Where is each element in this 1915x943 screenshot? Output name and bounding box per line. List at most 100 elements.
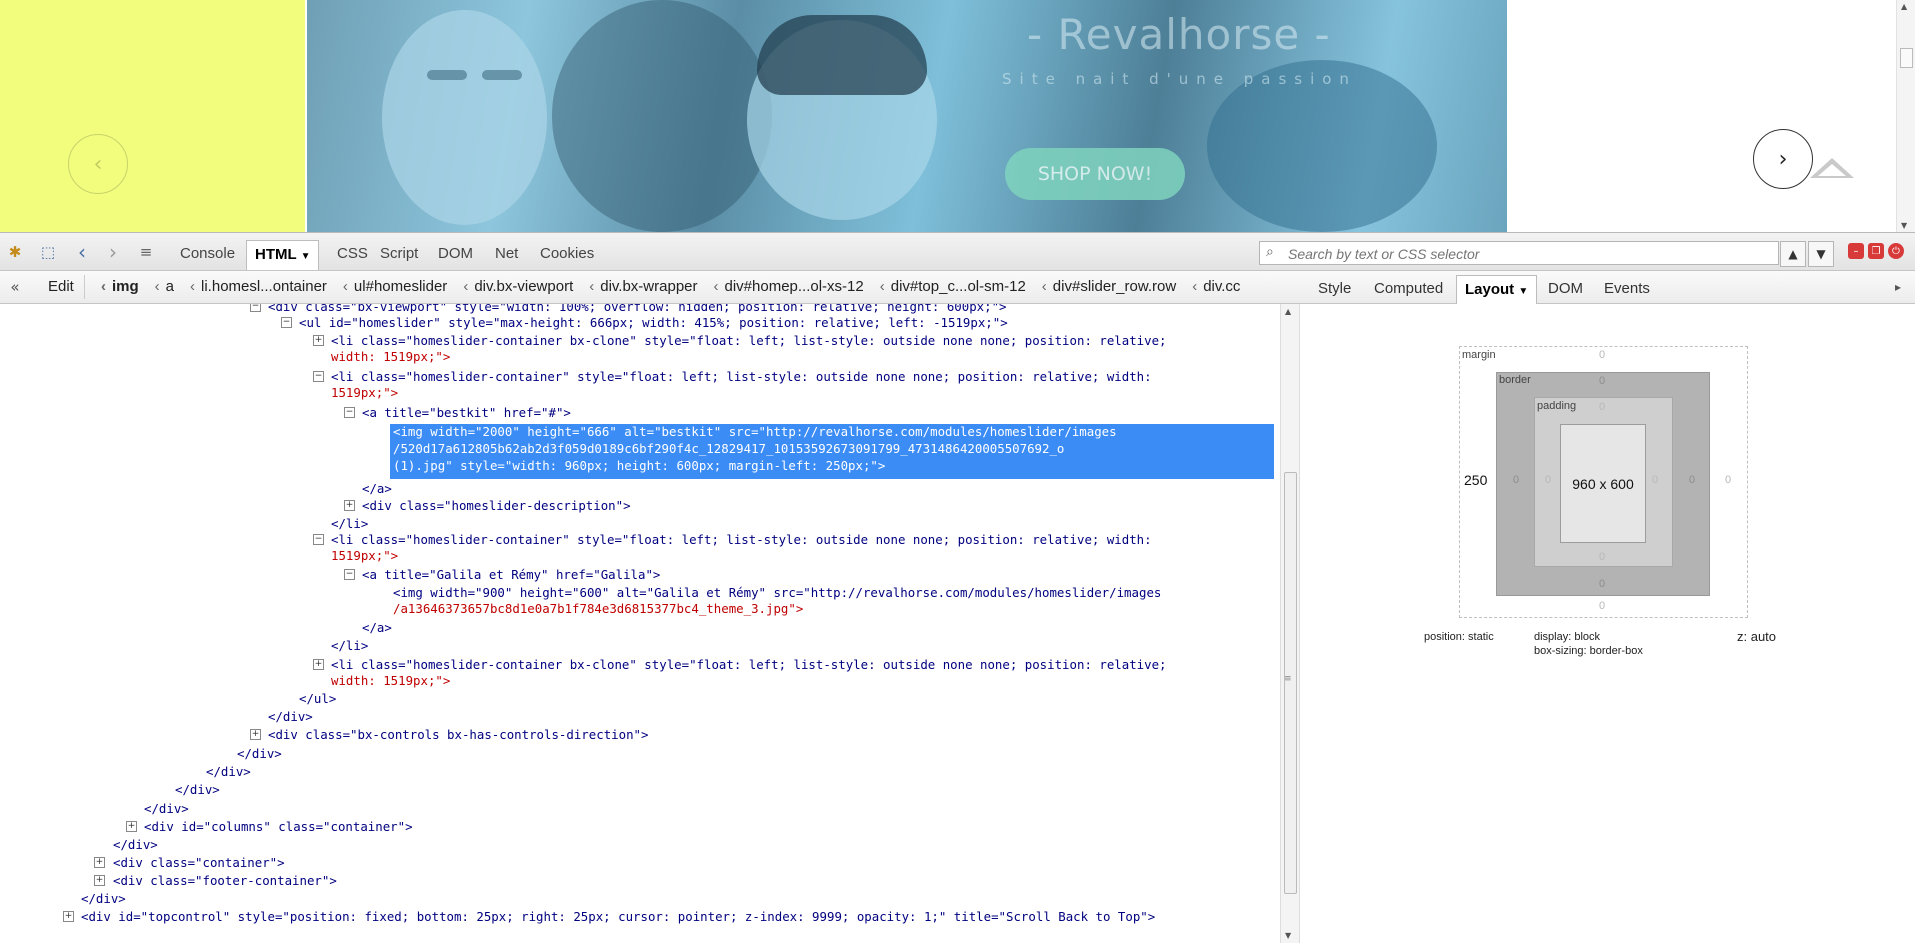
breadcrumb-item[interactable]: div.bx-viewport [457, 271, 583, 303]
tree-node[interactable]: </div> [144, 801, 189, 817]
tree-node[interactable]: <div class="homeslider-description"> [362, 498, 631, 514]
tree-node[interactable]: </div> [237, 746, 282, 762]
tree-node[interactable]: <ul id="homeslider" style="max-height: 6… [299, 315, 1008, 331]
command-line-icon[interactable]: ≡ [136, 242, 156, 262]
tab-cookies[interactable]: Cookies [532, 240, 602, 268]
scroll-thumb[interactable] [1900, 48, 1913, 68]
tree-node[interactable]: </a> [362, 620, 392, 636]
tab-console[interactable]: Console [172, 240, 243, 268]
collapse-icon[interactable]: − [250, 304, 261, 312]
border-bottom-value[interactable]: 0 [1599, 578, 1605, 590]
border-right-value[interactable]: 0 [1689, 474, 1695, 486]
expand-icon[interactable]: + [313, 335, 324, 346]
tab-side-dom[interactable]: DOM [1540, 275, 1591, 303]
breadcrumb-item[interactable]: div#homep...ol-xs-12 [708, 271, 874, 303]
tree-scrollbar[interactable]: ▲ ≡ ▼ [1280, 304, 1300, 943]
tree-node[interactable]: <img width="900" height="600" alt="Galil… [393, 585, 1161, 601]
slider-prev-arrow-icon[interactable]: ‹ [68, 134, 128, 194]
padding-bottom-value[interactable]: 0 [1599, 551, 1605, 563]
collapse-icon[interactable]: − [313, 371, 324, 382]
dropdown-arrow-icon[interactable]: ▼ [1518, 286, 1528, 297]
tree-node[interactable]: <div class="container"> [113, 855, 285, 871]
padding-top-value[interactable]: 0 [1599, 401, 1605, 413]
tab-net[interactable]: Net [487, 240, 526, 268]
page-scrollbar[interactable]: ▲ ▼ [1896, 0, 1915, 232]
tab-layout[interactable]: Layout ▼ [1456, 275, 1538, 304]
tree-node[interactable]: </div> [81, 891, 126, 907]
scroll-down-icon[interactable]: ▼ [1901, 221, 1907, 230]
tab-dom[interactable]: DOM [430, 240, 481, 268]
search-next-icon[interactable]: ▼ [1808, 241, 1834, 267]
expand-icon[interactable]: + [344, 500, 355, 511]
tab-html[interactable]: HTML ▼ [246, 240, 320, 270]
tree-node[interactable]: <li class="homeslider-container bx-clone… [331, 333, 1167, 349]
padding-right-value[interactable]: 0 [1652, 474, 1658, 486]
margin-left-value[interactable]: 250 [1464, 472, 1487, 488]
close-icon[interactable]: ⏻ [1888, 243, 1904, 259]
tree-node[interactable]: </div> [206, 764, 251, 780]
tree-node[interactable]: <div class="footer-container"> [113, 873, 337, 889]
tree-node[interactable]: <li class="homeslider-container bx-clone… [331, 657, 1167, 673]
tree-node[interactable]: <div id="columns" class="container"> [144, 819, 413, 835]
expand-icon[interactable]: + [94, 857, 105, 868]
breadcrumb-item[interactable]: ul#homeslider [337, 271, 457, 303]
tab-style[interactable]: Style [1310, 275, 1359, 303]
forward-arrow-icon[interactable]: › [103, 240, 123, 264]
tree-node[interactable]: <li class="homeslider-container" style="… [331, 369, 1152, 385]
breadcrumb-item[interactable]: li.homesl...ontainer [184, 271, 337, 303]
tree-node[interactable]: </li> [331, 638, 368, 654]
breadcrumb-item[interactable]: a [149, 271, 184, 303]
tree-node[interactable]: </a> [362, 481, 392, 497]
tab-computed[interactable]: Computed [1366, 275, 1451, 303]
dropdown-arrow-icon[interactable]: ▼ [301, 251, 311, 262]
edit-button[interactable]: Edit [38, 275, 85, 299]
slider-next-arrow-icon[interactable]: › [1753, 129, 1813, 189]
panel-menu-icon[interactable]: ▸ [1888, 277, 1908, 297]
collapse-icon[interactable]: − [313, 534, 324, 545]
tree-node[interactable]: <div class="bx-viewport" style="width: 1… [268, 304, 1007, 315]
tree-node[interactable]: </div> [175, 782, 220, 798]
expand-icon[interactable]: + [313, 659, 324, 670]
tree-node[interactable]: </ul> [299, 691, 336, 707]
scroll-left-icon[interactable]: « [5, 277, 25, 297]
collapse-icon[interactable]: − [344, 407, 355, 418]
breadcrumb-item[interactable]: div.cc [1186, 271, 1250, 303]
search-prev-icon[interactable]: ▲ [1780, 241, 1806, 267]
tree-node[interactable]: <a title="Galila et Rémy" href="Galila"> [362, 567, 660, 583]
firebug-logo-icon[interactable]: ✱ [5, 242, 25, 262]
tree-node[interactable]: <li class="homeslider-container" style="… [331, 532, 1152, 548]
expand-icon[interactable]: + [63, 911, 74, 922]
expand-icon[interactable]: + [94, 875, 105, 886]
shop-now-button[interactable]: SHOP NOW! [1005, 148, 1185, 200]
scroll-up-icon[interactable]: ▲ [1901, 2, 1907, 11]
inspect-element-icon[interactable]: ⬚ [38, 242, 58, 262]
padding-left-value[interactable]: 0 [1545, 474, 1551, 486]
margin-top-value[interactable]: 0 [1599, 349, 1605, 361]
expand-icon[interactable]: + [126, 821, 137, 832]
margin-right-value[interactable]: 0 [1725, 474, 1731, 486]
breadcrumb-item[interactable]: img [95, 271, 149, 303]
tab-script[interactable]: Script [372, 240, 426, 268]
border-left-value[interactable]: 0 [1513, 474, 1519, 486]
tree-node[interactable]: </div> [113, 837, 158, 853]
border-top-value[interactable]: 0 [1599, 375, 1605, 387]
tree-node[interactable]: <a title="bestkit" href="#"> [362, 405, 571, 421]
breadcrumb-item[interactable]: div#top_c...ol-sm-12 [874, 271, 1036, 303]
scroll-to-top-icon[interactable] [1810, 158, 1854, 178]
tree-node[interactable]: <div class="bx-controls bx-has-controls-… [268, 727, 648, 743]
search-input[interactable] [1286, 244, 1770, 264]
margin-bottom-value[interactable]: 0 [1599, 600, 1605, 612]
breadcrumb-item[interactable]: div#slider_row.row [1036, 271, 1186, 303]
collapse-icon[interactable]: − [344, 569, 355, 580]
expand-icon[interactable]: + [250, 729, 261, 740]
tree-node[interactable]: </li> [331, 516, 368, 532]
back-arrow-icon[interactable]: ‹ [72, 240, 92, 264]
collapse-icon[interactable]: − [281, 317, 292, 328]
scroll-down-icon[interactable]: ▼ [1285, 931, 1291, 940]
tab-events[interactable]: Events [1596, 275, 1658, 303]
tab-css[interactable]: CSS [329, 240, 376, 268]
breadcrumb-item[interactable]: div.bx-wrapper [583, 271, 707, 303]
tree-node[interactable]: <div id="topcontrol" style="position: fi… [81, 909, 1155, 925]
scroll-up-icon[interactable]: ▲ [1285, 307, 1291, 316]
search-box[interactable]: ⌕ [1259, 241, 1779, 265]
